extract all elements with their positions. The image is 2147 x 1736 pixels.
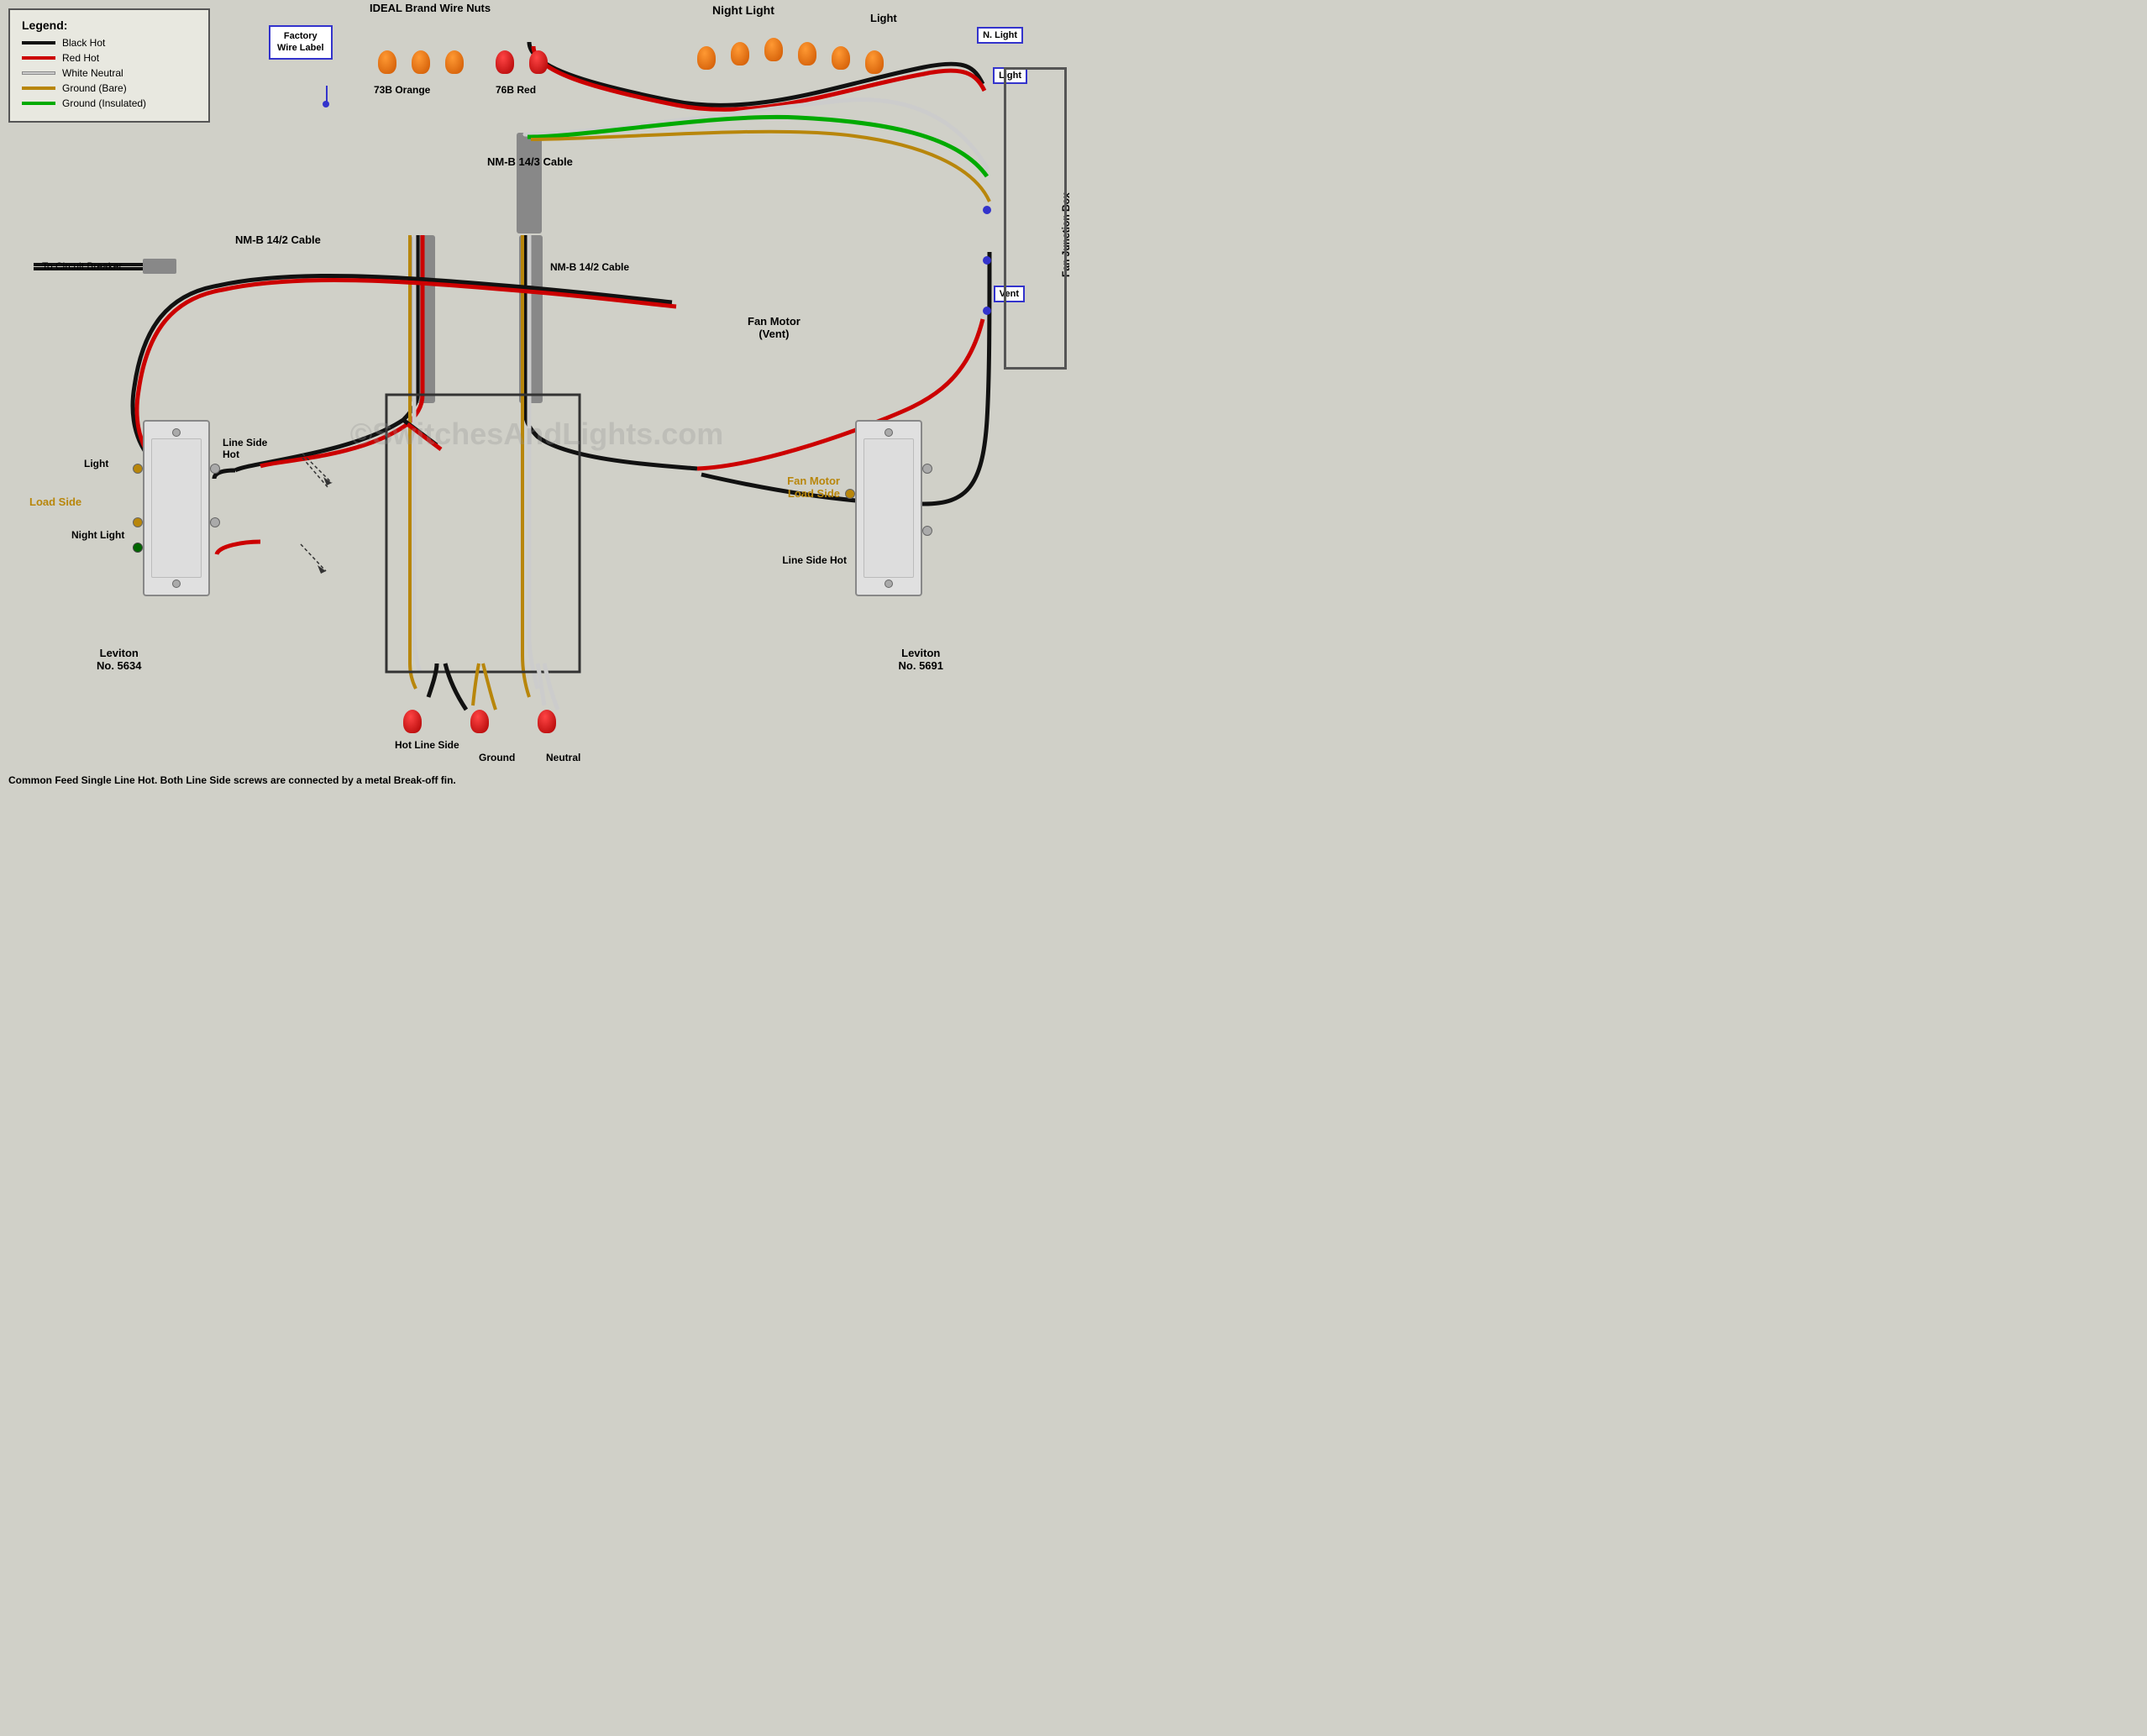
night-light-label-top: Night Light xyxy=(712,3,774,17)
switch-left-model-label: LevitonNo. 5634 xyxy=(97,647,141,672)
fan-motor-label: Fan Motor(Vent) xyxy=(748,315,801,340)
switch-right-bottom-screw xyxy=(885,580,893,588)
legend-item-red: Red Hot xyxy=(22,52,197,64)
switch-left-gold-screw-top xyxy=(133,464,143,474)
hot-line-side-label: Hot Line Side xyxy=(395,739,459,751)
switch-left-ground-screw xyxy=(133,543,143,553)
73b-orange-label: 73B Orange xyxy=(374,84,430,96)
factory-label-line1: Factory xyxy=(277,30,324,42)
red-line-icon xyxy=(22,56,55,60)
fan-junction-box xyxy=(1004,67,1067,370)
factory-label-line2: Wire Label xyxy=(277,42,324,54)
wire-nut-top-5 xyxy=(832,46,850,70)
ground-label: Ground xyxy=(479,752,515,763)
wire-nut-bottom-ground xyxy=(470,710,489,733)
legend-title: Legend: xyxy=(22,18,197,32)
wire-nut-bottom-neutral xyxy=(538,710,556,733)
legend-label-white: White Neutral xyxy=(62,67,123,79)
switch-left-bottom-screw xyxy=(172,580,181,588)
wire-nut-top-4 xyxy=(798,42,816,66)
wire-nut-top-6 xyxy=(865,50,884,74)
switch-right-model-label: LevitonNo. 5691 xyxy=(899,647,943,672)
nm-b-142-top-label: NM-B 14/2 Cable xyxy=(235,233,321,246)
switch-left-light-label: Light xyxy=(84,458,108,469)
switch-right-silver-screw-bottom xyxy=(922,526,932,536)
wire-nut-top-3 xyxy=(764,38,783,61)
switch-right-body xyxy=(855,420,922,596)
switch-left-load-side-label: Load Side xyxy=(29,496,81,508)
switch-left-paddle xyxy=(151,438,202,578)
76b-red-label: 76B Red xyxy=(496,84,536,96)
wire-nut-red-1 xyxy=(496,50,514,74)
wire-nut-top-1 xyxy=(697,46,716,70)
legend-item-white: White Neutral xyxy=(22,67,197,79)
switch-left-night-light-label: Night Light xyxy=(71,529,124,541)
nm-b-143-label: NM-B 14/3 Cable xyxy=(487,155,573,168)
switch-left-line-side-hot-label: Line SideHot xyxy=(223,437,267,460)
factory-wire-label-box: Factory Wire Label xyxy=(269,25,333,60)
factory-label-dot-icon xyxy=(323,101,329,108)
legend-box: Legend: Black Hot Red Hot White Neutral … xyxy=(8,8,210,123)
factory-label-arrow-icon xyxy=(326,86,328,102)
switch-right-fan-motor-load-label: Fan MotorLoad Side xyxy=(787,475,840,500)
switch-right-paddle xyxy=(864,438,914,578)
wire-nut-orange-3 xyxy=(445,50,464,74)
wire-nut-top-2 xyxy=(731,42,749,66)
legend-label-ground-bare: Ground (Bare) xyxy=(62,82,127,94)
green-line-icon xyxy=(22,102,55,105)
n-light-label: N. Light xyxy=(983,30,1017,40)
wire-nut-bottom-hot xyxy=(403,710,422,733)
switch-right-silver-screw-top xyxy=(922,464,932,474)
legend-item-black: Black Hot xyxy=(22,37,197,49)
wire-nut-orange-2 xyxy=(412,50,430,74)
switch-right-top-screw xyxy=(885,428,893,437)
n-light-blue-box: N. Light xyxy=(977,27,1023,44)
switch-right-gold-screw xyxy=(845,489,855,499)
switch-left-silver-screw-top xyxy=(210,464,220,474)
black-line-icon xyxy=(22,41,55,45)
switch-left-gold-screw-bottom xyxy=(133,517,143,527)
wire-nut-red-2 xyxy=(529,50,548,74)
circuit-breaker-label: To Circuit Breaker xyxy=(42,260,122,272)
ideal-brand-label: IDEAL Brand Wire Nuts xyxy=(370,2,491,14)
white-line-icon xyxy=(22,71,55,75)
common-feed-label: Common Feed Single Line Hot. Both Line S… xyxy=(8,773,456,788)
switch-left-body xyxy=(143,420,210,596)
legend-item-ground-bare: Ground (Bare) xyxy=(22,82,197,94)
legend-label-red: Red Hot xyxy=(62,52,99,64)
nm-b-142-right-label: NM-B 14/2 Cable xyxy=(550,260,629,275)
switch-right-line-side-hot-label: Line Side Hot xyxy=(782,554,847,566)
light-label-top: Light xyxy=(870,12,897,24)
wire-nut-orange-1 xyxy=(378,50,396,74)
tan-line-icon xyxy=(22,87,55,90)
switch-left-silver-screw-bottom xyxy=(210,517,220,527)
switch-left-top-screw xyxy=(172,428,181,437)
legend-item-ground-insulated: Ground (Insulated) xyxy=(22,97,197,109)
legend-label-black: Black Hot xyxy=(62,37,105,49)
ideal-brand-title: IDEAL Brand Wire Nuts xyxy=(370,2,491,14)
neutral-label: Neutral xyxy=(546,752,580,763)
legend-label-ground-insulated: Ground (Insulated) xyxy=(62,97,146,109)
